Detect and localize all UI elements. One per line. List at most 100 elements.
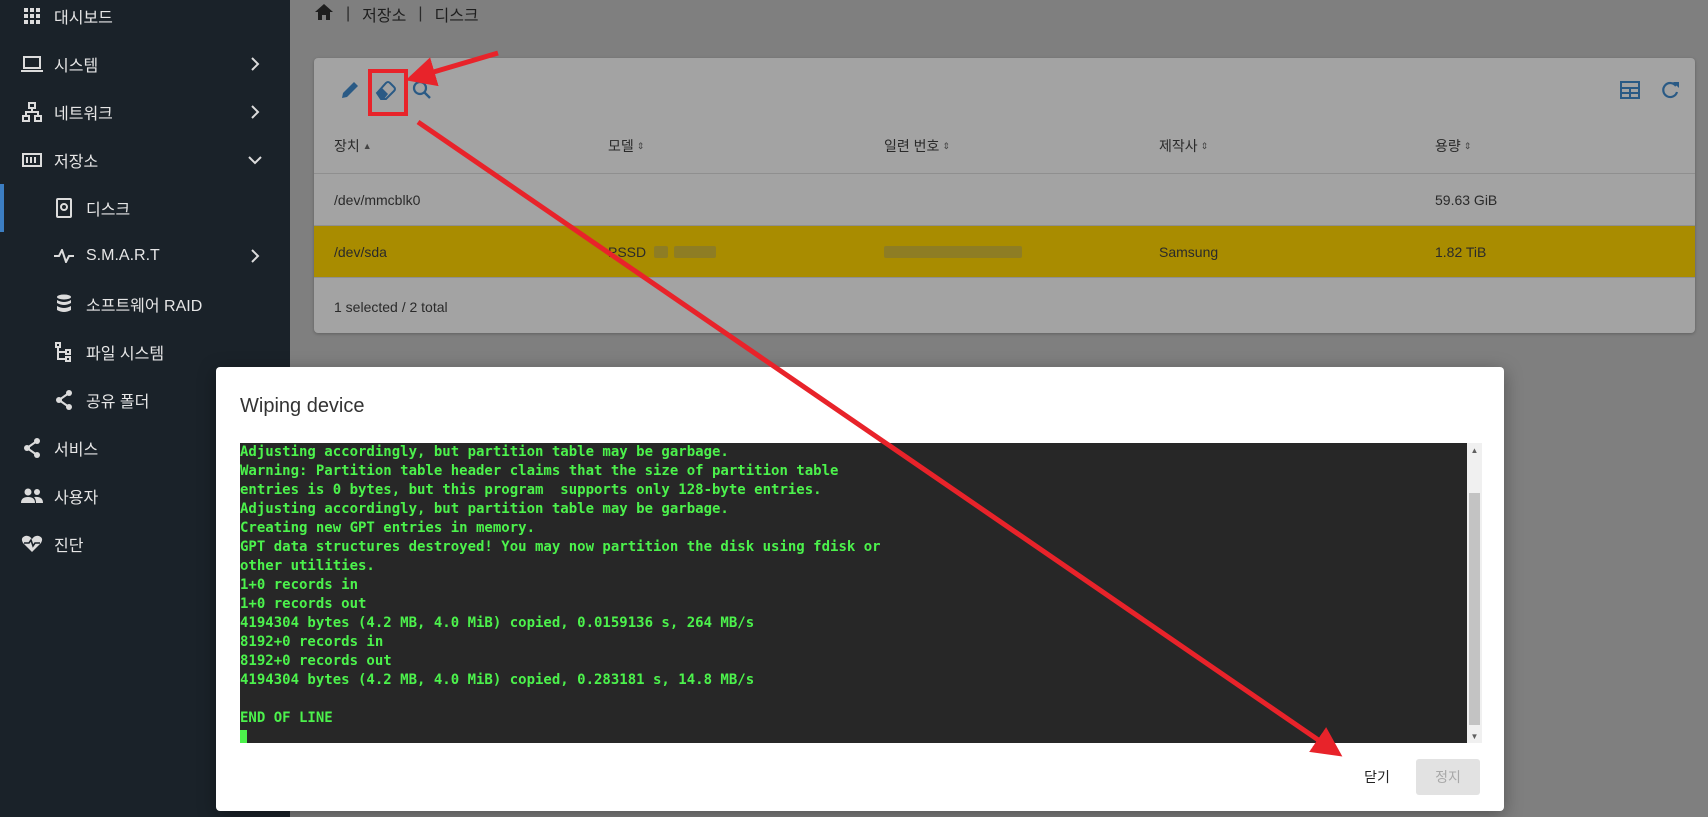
sort-icon: ⇕ — [1200, 140, 1209, 151]
sidebar-item-system[interactable]: 시스템 — [0, 40, 290, 88]
sort-ascending-icon: ▲ — [362, 141, 372, 151]
terminal-line: Adjusting accordingly, but partition tab… — [240, 444, 729, 460]
edit-button[interactable] — [332, 74, 368, 110]
users-icon — [20, 484, 44, 508]
sidebar-item-label: 공유 폴더 — [86, 394, 150, 411]
terminal-line: Adjusting accordingly, but partition tab… — [240, 501, 729, 517]
table-row[interactable]: /dev/mmcblk0 59.63 GiB — [314, 173, 1695, 225]
disk-table-card: 장치 ▲ 모델 ⇕ 일련 번호 ⇕ 제작사 ⇕ 용량 ⇕ /dev/mmcblk0 59.… — [314, 58, 1695, 333]
heart-pulse-icon — [20, 532, 44, 556]
search-button[interactable] — [404, 74, 440, 110]
breadcrumb-separator: | — [418, 5, 423, 22]
column-header-vendor[interactable]: 제작사 ⇕ — [1159, 136, 1208, 156]
terminal-line: 8192+0 records in — [240, 634, 384, 650]
terminal-line: Warning: Partition table header claims t… — [240, 463, 839, 479]
cell-capacity: 59.63 GiB — [1435, 192, 1498, 208]
search-icon — [412, 80, 432, 105]
breadcrumb: | 저장소 | 디스크 — [314, 0, 479, 28]
sidebar-item-label: S.M.A.R.T — [86, 247, 160, 264]
terminal-line: 4194304 bytes (4.2 MB, 4.0 MiB) copied, … — [240, 672, 755, 688]
table-row-selected[interactable]: /dev/sda PSSD Samsung 1.82 TiB — [314, 225, 1695, 277]
pulse-icon — [52, 244, 76, 268]
terminal-line: entries is 0 bytes, but this program sup… — [240, 482, 822, 498]
terminal-lines: Adjusting accordingly, but partition tab… — [240, 443, 1460, 743]
terminal-output[interactable]: Adjusting accordingly, but partition tab… — [240, 443, 1482, 743]
close-button[interactable]: 닫기 — [1348, 759, 1406, 795]
sidebar-item-label: 사용자 — [54, 490, 99, 507]
column-header-device[interactable]: 장치 ▲ — [334, 136, 372, 156]
terminal-line: GPT data structures destroyed! You may n… — [240, 539, 881, 555]
redacted-text — [884, 246, 1022, 258]
model-text: PSSD — [608, 244, 647, 260]
share-icon — [20, 436, 44, 460]
sidebar-item-label: 저장소 — [54, 154, 99, 171]
terminal-cursor-line — [240, 728, 1460, 743]
terminal-scrollbar[interactable]: ▲ ▼ — [1467, 443, 1482, 743]
cell-model: PSSD — [608, 226, 717, 278]
home-icon[interactable] — [314, 3, 334, 26]
sidebar-item-smart[interactable]: S.M.A.R.T — [0, 232, 290, 280]
annotation-highlight-box — [368, 69, 408, 116]
apps-grid-icon — [20, 4, 44, 28]
redacted-text — [654, 246, 669, 258]
terminal-line: 1+0 records in — [240, 577, 359, 593]
column-header-label: 모델 — [608, 138, 634, 154]
terminal-line: Creating new GPT entries in memory. — [240, 520, 536, 536]
sidebar-item-label: 시스템 — [54, 58, 99, 75]
terminal-line: 1+0 records out — [240, 596, 367, 612]
pencil-icon — [340, 80, 360, 105]
cell-serial — [884, 226, 1022, 278]
network-icon — [20, 100, 44, 124]
redacted-text — [674, 246, 717, 258]
sort-icon: ⇕ — [1463, 140, 1472, 151]
disk-icon — [52, 196, 76, 220]
chevron-down-icon — [248, 153, 262, 167]
scroll-thumb[interactable] — [1469, 493, 1480, 725]
sidebar-item-disk[interactable]: 디스크 — [0, 184, 290, 232]
column-header-serial[interactable]: 일련 번호 ⇕ — [884, 136, 950, 156]
sidebar-item-label: 진단 — [54, 538, 84, 555]
sidebar-item-label: 디스크 — [86, 202, 131, 219]
column-header-model[interactable]: 모델 ⇕ — [608, 136, 644, 156]
sidebar-item-dashboard[interactable]: 대시보드 — [0, 0, 290, 40]
cell-capacity: 1.82 TiB — [1435, 244, 1487, 260]
column-header-label: 제작사 — [1159, 138, 1198, 154]
sidebar-item-label: 소프트웨어 RAID — [86, 298, 203, 315]
cell-device: /dev/sda — [334, 244, 387, 260]
scroll-up-icon[interactable]: ▲ — [1467, 443, 1482, 457]
laptop-icon — [20, 52, 44, 76]
wipe-dialog: Wiping device Adjusting accordingly, but… — [216, 367, 1504, 811]
database-icon — [52, 292, 76, 316]
sidebar-item-label: 대시보드 — [54, 10, 113, 27]
sidebar-item-label: 파일 시스템 — [86, 346, 165, 363]
breadcrumb-disk: 디스크 — [434, 8, 479, 25]
chevron-right-icon — [248, 105, 262, 119]
file-tree-icon — [52, 340, 76, 364]
breadcrumb-storage[interactable]: 저장소 — [362, 2, 406, 26]
sidebar-item-storage[interactable]: 저장소 — [0, 136, 290, 184]
column-header-label: 장치 — [334, 138, 360, 154]
table-icon — [1620, 80, 1640, 104]
row-divider — [314, 277, 1695, 278]
dialog-title: Wiping device — [240, 395, 365, 417]
stop-button[interactable]: 정지 — [1416, 759, 1480, 795]
chevron-right-icon — [248, 249, 262, 263]
column-header-capacity[interactable]: 용량 ⇕ — [1435, 136, 1471, 156]
terminal-line: 4194304 bytes (4.2 MB, 4.0 MiB) copied, … — [240, 615, 755, 631]
sidebar-item-label: 서비스 — [54, 442, 99, 459]
chevron-right-icon — [248, 57, 262, 71]
sidebar-item-software-raid[interactable]: 소프트웨어 RAID — [0, 280, 290, 328]
cell-vendor: Samsung — [1159, 244, 1219, 260]
storage-icon — [20, 148, 44, 172]
sidebar-item-label: 네트워크 — [54, 106, 113, 123]
terminal-cursor — [240, 730, 247, 743]
sidebar-item-network[interactable]: 네트워크 — [0, 88, 290, 136]
breadcrumb-separator: | — [346, 5, 351, 22]
scroll-down-icon[interactable]: ▼ — [1467, 729, 1482, 743]
share-icon — [52, 388, 76, 412]
refresh-button[interactable] — [1652, 74, 1688, 110]
columns-button[interactable] — [1612, 74, 1648, 110]
column-header-label: 용량 — [1435, 138, 1461, 154]
selection-summary: 1 selected / 2 total — [334, 299, 448, 315]
